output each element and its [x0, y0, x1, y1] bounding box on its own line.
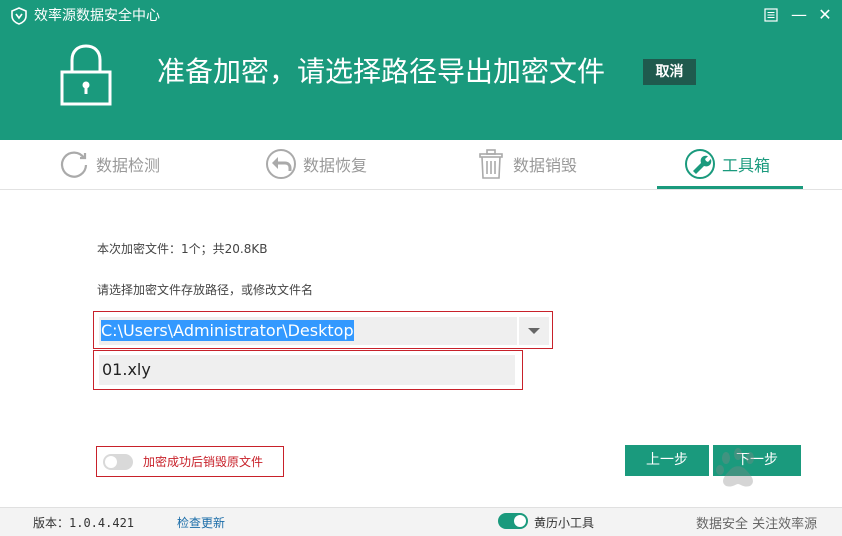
active-tab-indicator [657, 186, 803, 189]
path-select-highlight: C:\Users\Administrator\Desktop [93, 311, 553, 349]
wrench-icon [685, 149, 715, 179]
prev-step-button[interactable]: 上一步 [625, 445, 709, 476]
path-dropdown-button[interactable] [519, 317, 549, 345]
tab-label: 数据恢复 [303, 156, 368, 175]
status-footer: 版本：1.0.4.421 检查更新 黄历小工具 数据安全 关注效率源 [0, 507, 842, 536]
path-input-value: C:\Users\Administrator\Desktop [101, 320, 354, 341]
page-headline: 准备加密，请选择路径导出加密文件 [157, 55, 606, 88]
file-info-text: 本次加密文件：1个；共20.8KB [97, 242, 268, 256]
path-input[interactable]: C:\Users\Administrator\Desktop [99, 317, 517, 345]
tab-label: 数据检测 [96, 156, 161, 175]
calendar-tool-label: 黄历小工具 [534, 516, 595, 530]
destroy-original-label: 加密成功后销毁原文件 [143, 455, 264, 469]
destroy-original-option: 加密成功后销毁原文件 [96, 446, 284, 477]
version-text: 版本：1.0.4.421 [33, 516, 135, 530]
tab-label: 数据销毁 [513, 156, 578, 175]
refresh-circle-icon [60, 151, 88, 178]
footer-slogan: 数据安全 关注效率源 [696, 517, 818, 532]
header-banner: 效率源数据安全中心 — ✕ 准备加密，请选择路径导出加密文件 取消 [0, 0, 842, 140]
trash-icon [479, 149, 503, 179]
next-step-button[interactable]: 下一步 [713, 445, 801, 476]
hamburger-menu-icon [764, 8, 778, 22]
cancel-button[interactable]: 取消 [643, 59, 696, 85]
main-nav-tabs: 数据检测 数据恢复 数据销毁 工具箱 [0, 140, 842, 190]
minimize-button[interactable]: — [788, 4, 810, 26]
file-name-highlight: 01.xly [93, 350, 523, 390]
tab-toolbox[interactable]: 工具箱 [684, 140, 770, 188]
lock-icon [60, 44, 112, 106]
destroy-original-toggle[interactable] [103, 453, 133, 470]
file-name-input[interactable]: 01.xly [99, 355, 515, 385]
tab-label: 工具箱 [722, 156, 771, 175]
tab-data-detect[interactable]: 数据检测 [58, 140, 160, 188]
shield-logo-icon [11, 7, 27, 25]
calendar-tool-toggle[interactable] [498, 513, 528, 529]
tab-data-recover[interactable]: 数据恢复 [265, 140, 367, 188]
check-update-link[interactable]: 检查更新 [177, 514, 225, 531]
app-title: 效率源数据安全中心 [34, 8, 160, 24]
menu-button[interactable] [760, 4, 782, 26]
undo-circle-icon [266, 149, 296, 179]
path-prompt-text: 请选择加密文件存放路径，或修改文件名 [97, 283, 314, 297]
tab-data-destroy[interactable]: 数据销毁 [475, 140, 577, 188]
close-button[interactable]: ✕ [814, 4, 836, 26]
